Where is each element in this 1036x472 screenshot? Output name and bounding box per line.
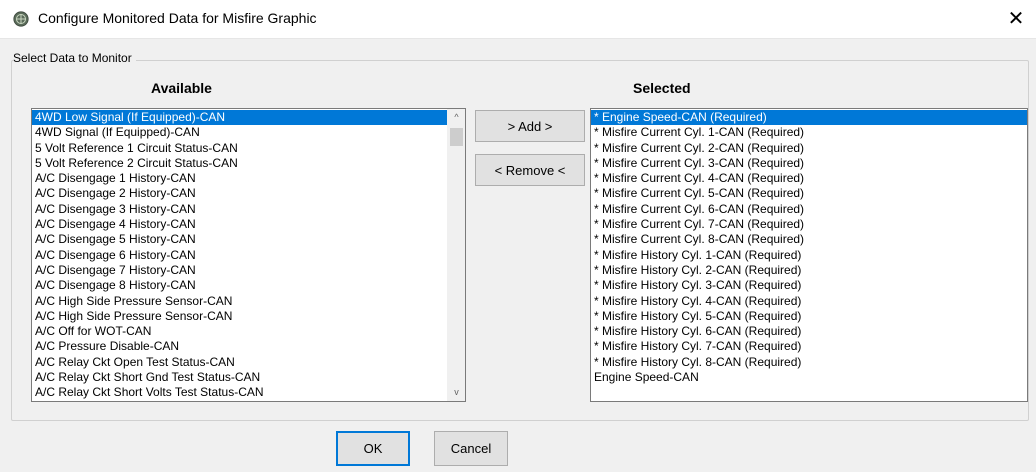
available-list-item[interactable]: A/C Disengage 5 History-CAN <box>32 232 447 247</box>
selected-header: Selected <box>633 80 691 96</box>
available-list-item[interactable]: A/C Disengage 4 History-CAN <box>32 217 447 232</box>
available-list-item[interactable]: A/C Disengage 3 History-CAN <box>32 202 447 217</box>
available-list-item[interactable]: A/C Pressure Disable-CAN <box>32 339 447 354</box>
scroll-thumb[interactable] <box>450 128 463 146</box>
available-list-item[interactable]: A/C Relay Ckt Open Test Status-CAN <box>32 355 447 370</box>
available-list-item[interactable]: A/C Disengage 6 History-CAN <box>32 248 447 263</box>
selected-listbox[interactable]: * Engine Speed-CAN (Required) * Misfire C… <box>590 108 1028 402</box>
selected-list-item[interactable]: * Misfire History Cyl. 7-CAN (Required) <box>591 339 1027 354</box>
available-list-item[interactable]: A/C Relay Ckt Short Gnd Test Status-CAN <box>32 370 447 385</box>
selected-list-item[interactable]: * Misfire History Cyl. 2-CAN (Required) <box>591 263 1027 278</box>
available-list-item[interactable]: A/C Disengage 2 History-CAN <box>32 186 447 201</box>
selected-list-item[interactable]: * Misfire History Cyl. 3-CAN (Required) <box>591 278 1027 293</box>
selected-list-item[interactable]: * Misfire Current Cyl. 4-CAN (Required) <box>591 171 1027 186</box>
scroll-down-arrow-icon[interactable]: v <box>448 384 465 401</box>
selected-list-item[interactable]: * Misfire Current Cyl. 6-CAN (Required) <box>591 202 1027 217</box>
selected-list-item[interactable]: * Misfire Current Cyl. 1-CAN (Required) <box>591 125 1027 140</box>
selected-list-item[interactable]: * Misfire History Cyl. 1-CAN (Required) <box>591 248 1027 263</box>
selected-list-item[interactable]: * Misfire Current Cyl. 5-CAN (Required) <box>591 186 1027 201</box>
selected-list-item[interactable]: * Engine Speed-CAN (Required) <box>591 110 1027 126</box>
selected-list-item[interactable]: Engine Speed-CAN <box>591 370 1027 385</box>
available-list-item[interactable]: A/C Disengage 7 History-CAN <box>32 263 447 278</box>
selected-list-item[interactable]: * Misfire Current Cyl. 2-CAN (Required) <box>591 141 1027 156</box>
selected-list-item[interactable]: * Misfire Current Cyl. 7-CAN (Required) <box>591 217 1027 232</box>
selected-list-item[interactable]: * Misfire History Cyl. 5-CAN (Required) <box>591 309 1027 324</box>
available-header: Available <box>151 80 212 96</box>
available-list-item[interactable]: 4WD Low Signal (If Equipped)-CAN <box>32 110 447 126</box>
available-list-item[interactable]: 4WD Signal (If Equipped)-CAN <box>32 125 447 140</box>
available-scrollbar[interactable]: ^ v <box>447 109 465 401</box>
remove-button[interactable]: < Remove < <box>475 154 585 186</box>
scroll-up-arrow-icon[interactable]: ^ <box>448 109 465 126</box>
title-bar: Configure Monitored Data for Misfire Gra… <box>0 0 1036 39</box>
selected-list-item[interactable]: * Misfire History Cyl. 4-CAN (Required) <box>591 294 1027 309</box>
available-list-item[interactable]: A/C High Side Pressure Sensor-CAN <box>32 294 447 309</box>
ok-button[interactable]: OK <box>336 431 410 466</box>
available-listbox[interactable]: 4WD Low Signal (If Equipped)-CAN 4WD Sign… <box>31 108 466 402</box>
available-list-item[interactable]: 5 Volt Reference 1 Circuit Status-CAN <box>32 141 447 156</box>
app-globe-icon <box>13 11 29 27</box>
available-list-item[interactable]: A/C Off for WOT-CAN <box>32 324 447 339</box>
selected-list-item[interactable]: * Misfire Current Cyl. 8-CAN (Required) <box>591 232 1027 247</box>
close-button[interactable]: ✕ <box>996 0 1036 38</box>
available-list-item[interactable]: A/C Relay Ckt Short Volts Test Status-CA… <box>32 385 447 400</box>
group-label: Select Data to Monitor <box>13 51 136 65</box>
available-list-item[interactable]: 5 Volt Reference 2 Circuit Status-CAN <box>32 156 447 171</box>
selected-list-item[interactable]: * Misfire History Cyl. 6-CAN (Required) <box>591 324 1027 339</box>
cancel-button[interactable]: Cancel <box>434 431 508 466</box>
selected-list-item[interactable]: * Misfire History Cyl. 8-CAN (Required) <box>591 355 1027 370</box>
add-button[interactable]: > Add > <box>475 110 585 142</box>
selected-list-item[interactable]: * Misfire Current Cyl. 3-CAN (Required) <box>591 156 1027 171</box>
window-title: Configure Monitored Data for Misfire Gra… <box>38 10 317 26</box>
available-list-item[interactable]: A/C Disengage 1 History-CAN <box>32 171 447 186</box>
available-list-item[interactable]: A/C Disengage 8 History-CAN <box>32 278 447 293</box>
available-list-item[interactable]: A/C High Side Pressure Sensor-CAN <box>32 309 447 324</box>
